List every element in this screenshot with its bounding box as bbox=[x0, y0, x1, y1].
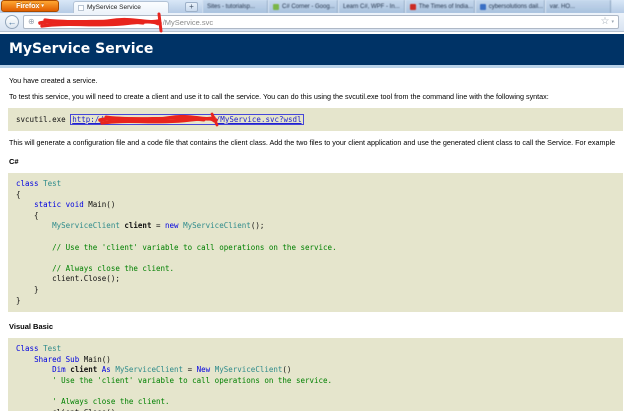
page-title: MyService Service bbox=[9, 41, 154, 57]
url-dropdown-icon[interactable]: ▾ bbox=[611, 19, 614, 25]
tab-favicon-icon bbox=[273, 3, 279, 10]
address-bar[interactable]: ⊕ /MyService.svc ☆ ▾ bbox=[23, 12, 619, 33]
code-line: { bbox=[16, 189, 21, 199]
code-line: client.Close(); bbox=[16, 274, 120, 284]
tab-favicon-icon bbox=[409, 3, 416, 10]
wsdl-link-suffix[interactable]: /MyService.svc?wsdl bbox=[216, 115, 302, 124]
firefox-menu-label: Firefox bbox=[16, 2, 40, 10]
tab-label: C# Corner - Goog... bbox=[282, 3, 335, 10]
bookmark-star-icon[interactable]: ☆ bbox=[601, 17, 610, 27]
vb-code-block: Class Test Shared Sub Main() Dim client … bbox=[8, 338, 623, 411]
vb-heading: Visual Basic bbox=[9, 322, 54, 332]
code-line: Dim client As MyServiceClient = New MySe… bbox=[52, 365, 292, 375]
header-accent-strip bbox=[0, 65, 624, 68]
background-tab[interactable]: The Times of India... bbox=[404, 0, 475, 13]
new-tab-button[interactable]: + bbox=[185, 2, 198, 12]
code-line: } bbox=[16, 284, 39, 294]
background-tab[interactable]: C# Corner - Goog... bbox=[268, 0, 338, 13]
wsdl-url-redaction-scribble bbox=[97, 112, 219, 127]
page-header: MyService Service bbox=[0, 34, 624, 65]
intro-line-2: To test this service, you will need to c… bbox=[9, 92, 549, 101]
csharp-heading: C# bbox=[9, 157, 19, 166]
wsdl-link-box: http:// /MyService.svc?wsdl bbox=[70, 112, 304, 127]
chevron-down-icon: ▾ bbox=[41, 3, 44, 9]
code-line: ' Use the 'client' variable to call oper… bbox=[16, 375, 333, 385]
site-identity-icon: ⊕ bbox=[28, 17, 35, 26]
code-line: MyServiceClient client = new MyServiceCl… bbox=[52, 221, 265, 231]
generate-text: This will generate a configuration file … bbox=[9, 138, 615, 147]
code-line: static void Main() bbox=[34, 200, 116, 210]
code-line: Class Test bbox=[16, 344, 62, 354]
code-line: ' Always close the client. bbox=[16, 397, 170, 407]
tab-label: Learn C#, WPF - In... bbox=[343, 3, 400, 10]
tab-label: The Times of India... bbox=[418, 3, 474, 10]
tab-label: Sites - tutorialsp... bbox=[207, 3, 256, 10]
svcutil-command-box: svcutil.exe http:// /MyService.svc?wsdl bbox=[8, 108, 623, 131]
svcutil-command-prefix: svcutil.exe bbox=[16, 115, 71, 124]
code-line: // Always close the client. bbox=[16, 263, 175, 273]
code-line: { bbox=[16, 210, 39, 220]
background-tab[interactable]: Learn C#, WPF - In... bbox=[338, 0, 405, 13]
tab-label: var. HO... bbox=[549, 3, 576, 10]
background-tab[interactable]: Sites - tutorialsp... bbox=[202, 0, 268, 13]
code-line: class Test bbox=[16, 179, 62, 188]
intro-line-1: You have created a service. bbox=[9, 76, 98, 85]
background-tab[interactable]: cybersolutions dail... bbox=[474, 0, 545, 13]
code-line: // Use the 'client' variable to call ope… bbox=[16, 242, 337, 252]
csharp-code-block: class Test{ static void Main() { MyServi… bbox=[8, 173, 623, 313]
tab-favicon-icon bbox=[479, 3, 486, 10]
navigation-bar: ← ⊕ /MyService.svc ☆ ▾ bbox=[0, 12, 624, 33]
page-favicon-icon bbox=[78, 4, 84, 11]
code-line: } bbox=[16, 295, 21, 305]
code-line: Shared Sub Main() bbox=[34, 354, 111, 364]
back-button[interactable]: ← bbox=[5, 15, 19, 29]
background-tabs: Sites - tutorialsp... C# Corner - Goog...… bbox=[202, 0, 624, 13]
url-redaction-scribble bbox=[37, 12, 163, 33]
background-tab[interactable]: var. HO... bbox=[544, 0, 611, 13]
page-content: MyService Service You have created a ser… bbox=[0, 32, 624, 411]
tab-title: MyService Service bbox=[87, 4, 141, 11]
tab-label: cybersolutions dail... bbox=[488, 3, 544, 10]
